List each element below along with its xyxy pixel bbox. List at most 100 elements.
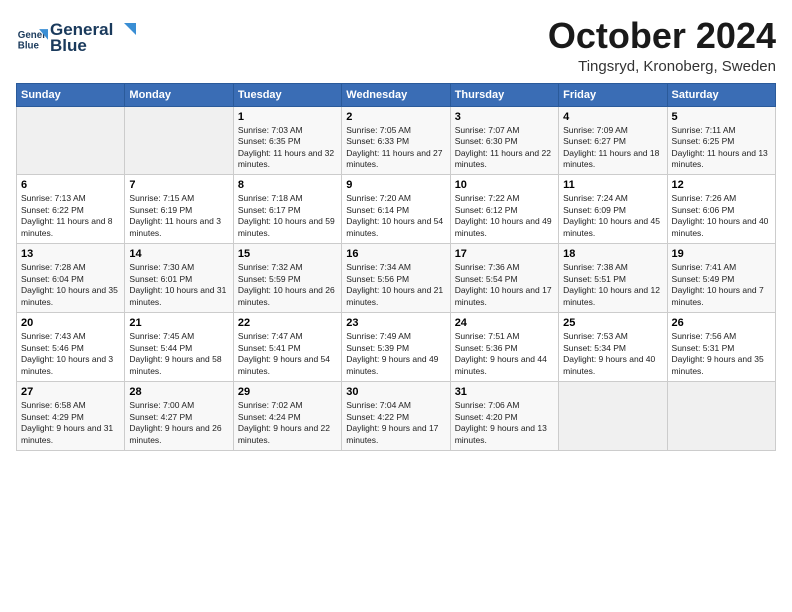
day-info: Sunrise: 7:26 AMSunset: 6:06 PMDaylight:… [672,193,771,239]
day-info: Sunrise: 7:02 AMSunset: 4:24 PMDaylight:… [238,400,337,446]
day-number: 27 [21,386,120,398]
day-cell: 8 Sunrise: 7:18 AMSunset: 6:17 PMDaylight… [233,175,341,244]
logo: General Blue General Blue [16,20,136,56]
week-row-1: 1Sunrise: 7:03 AMSunset: 6:35 PMDaylight… [17,106,776,175]
weekday-header-tuesday: Tuesday [233,83,341,106]
day-number: 4 [563,111,662,123]
week-row-3: 13 Sunrise: 7:28 AMSunset: 6:04 PMDayligh… [17,244,776,313]
day-number: 16 [346,248,445,260]
day-cell: 30Sunrise: 7:04 AMSunset: 4:22 PMDayligh… [342,382,450,451]
day-number: 23 [346,317,445,329]
svg-text:Blue: Blue [18,41,40,52]
logo-bird-icon [114,21,136,39]
day-info: Sunrise: 7:09 AMSunset: 6:27 PMDaylight:… [563,125,662,171]
day-info: Sunrise: 7:20 AMSunset: 6:14 PMDaylight:… [346,193,445,239]
day-info: Sunrise: 7:34 AMSunset: 5:56 PMDaylight:… [346,262,445,308]
day-cell: 7 Sunrise: 7:15 AMSunset: 6:19 PMDaylight… [125,175,233,244]
day-number: 13 [21,248,120,260]
calendar-page: General Blue General Blue October 2024 T… [0,0,792,612]
day-info: Sunrise: 7:36 AMSunset: 5:54 PMDaylight:… [455,262,554,308]
day-cell: 24 Sunrise: 7:51 AMSunset: 5:36 PMDayligh… [450,313,558,382]
day-info: Sunrise: 7:38 AMSunset: 5:51 PMDaylight:… [563,262,662,308]
day-cell [17,106,125,175]
day-info: Sunrise: 7:51 AMSunset: 5:36 PMDaylight:… [455,331,554,377]
day-info: Sunrise: 7:18 AMSunset: 6:17 PMDaylight:… [238,193,337,239]
day-info: Sunrise: 7:00 AMSunset: 4:27 PMDaylight:… [129,400,228,446]
weekday-header-thursday: Thursday [450,83,558,106]
day-cell: 17 Sunrise: 7:36 AMSunset: 5:54 PMDayligh… [450,244,558,313]
day-number: 7 [129,179,228,191]
day-cell: 20Sunrise: 7:43 AMSunset: 5:46 PMDayligh… [17,313,125,382]
header: General Blue General Blue October 2024 T… [16,16,776,75]
location: Tingsryd, Kronoberg, Sweden [548,58,776,75]
day-number: 24 [455,317,554,329]
day-cell: 9 Sunrise: 7:20 AMSunset: 6:14 PMDaylight… [342,175,450,244]
day-cell [559,382,667,451]
day-cell: 13 Sunrise: 7:28 AMSunset: 6:04 PMDayligh… [17,244,125,313]
weekday-header-row: SundayMondayTuesdayWednesdayThursdayFrid… [17,83,776,106]
day-info: Sunrise: 7:06 AMSunset: 4:20 PMDaylight:… [455,400,554,446]
day-cell: 4 Sunrise: 7:09 AMSunset: 6:27 PMDaylight… [559,106,667,175]
day-info: Sunrise: 7:13 AMSunset: 6:22 PMDaylight:… [21,193,120,239]
week-row-4: 20Sunrise: 7:43 AMSunset: 5:46 PMDayligh… [17,313,776,382]
day-cell [125,106,233,175]
day-cell: 31Sunrise: 7:06 AMSunset: 4:20 PMDayligh… [450,382,558,451]
day-cell: 25Sunrise: 7:53 AMSunset: 5:34 PMDayligh… [559,313,667,382]
day-info: Sunrise: 7:45 AMSunset: 5:44 PMDaylight:… [129,331,228,377]
weekday-header-sunday: Sunday [17,83,125,106]
day-number: 19 [672,248,771,260]
day-cell: 14Sunrise: 7:30 AMSunset: 6:01 PMDayligh… [125,244,233,313]
day-cell: 1Sunrise: 7:03 AMSunset: 6:35 PMDaylight… [233,106,341,175]
day-number: 5 [672,111,771,123]
day-info: Sunrise: 7:05 AMSunset: 6:33 PMDaylight:… [346,125,445,171]
day-number: 15 [238,248,337,260]
day-info: Sunrise: 7:11 AMSunset: 6:25 PMDaylight:… [672,125,771,171]
day-cell: 3Sunrise: 7:07 AMSunset: 6:30 PMDaylight… [450,106,558,175]
day-number: 10 [455,179,554,191]
day-cell: 15 Sunrise: 7:32 AMSunset: 5:59 PMDayligh… [233,244,341,313]
day-number: 2 [346,111,445,123]
weekday-header-monday: Monday [125,83,233,106]
day-number: 29 [238,386,337,398]
day-cell: 12Sunrise: 7:26 AMSunset: 6:06 PMDayligh… [667,175,775,244]
day-number: 9 [346,179,445,191]
day-number: 6 [21,179,120,191]
day-info: Sunrise: 7:32 AMSunset: 5:59 PMDaylight:… [238,262,337,308]
day-number: 8 [238,179,337,191]
calendar-table: SundayMondayTuesdayWednesdayThursdayFrid… [16,83,776,451]
day-info: Sunrise: 7:53 AMSunset: 5:34 PMDaylight:… [563,331,662,377]
day-cell: 2 Sunrise: 7:05 AMSunset: 6:33 PMDaylight… [342,106,450,175]
day-cell: 26 Sunrise: 7:56 AMSunset: 5:31 PMDayligh… [667,313,775,382]
day-number: 18 [563,248,662,260]
day-cell: 16 Sunrise: 7:34 AMSunset: 5:56 PMDayligh… [342,244,450,313]
day-info: Sunrise: 7:28 AMSunset: 6:04 PMDaylight:… [21,262,120,308]
month-title: October 2024 [548,16,776,56]
day-cell: 23 Sunrise: 7:49 AMSunset: 5:39 PMDayligh… [342,313,450,382]
logo-icon: General Blue [16,22,48,54]
day-number: 17 [455,248,554,260]
day-number: 14 [129,248,228,260]
day-number: 22 [238,317,337,329]
week-row-2: 6 Sunrise: 7:13 AMSunset: 6:22 PMDaylight… [17,175,776,244]
day-cell: 21 Sunrise: 7:45 AMSunset: 5:44 PMDayligh… [125,313,233,382]
day-cell [667,382,775,451]
title-block: October 2024 Tingsryd, Kronoberg, Sweden [548,16,776,75]
day-info: Sunrise: 7:49 AMSunset: 5:39 PMDaylight:… [346,331,445,377]
day-cell: 29 Sunrise: 7:02 AMSunset: 4:24 PMDayligh… [233,382,341,451]
day-info: Sunrise: 7:07 AMSunset: 6:30 PMDaylight:… [455,125,554,171]
day-info: Sunrise: 6:58 AMSunset: 4:29 PMDaylight:… [21,400,120,446]
day-info: Sunrise: 7:15 AMSunset: 6:19 PMDaylight:… [129,193,228,239]
day-number: 21 [129,317,228,329]
day-info: Sunrise: 7:24 AMSunset: 6:09 PMDaylight:… [563,193,662,239]
day-cell: 10Sunrise: 7:22 AMSunset: 6:12 PMDayligh… [450,175,558,244]
day-info: Sunrise: 7:47 AMSunset: 5:41 PMDaylight:… [238,331,337,377]
day-cell: 11Sunrise: 7:24 AMSunset: 6:09 PMDayligh… [559,175,667,244]
weekday-header-friday: Friday [559,83,667,106]
day-number: 28 [129,386,228,398]
day-cell: 27 Sunrise: 6:58 AMSunset: 4:29 PMDayligh… [17,382,125,451]
day-number: 20 [21,317,120,329]
day-info: Sunrise: 7:56 AMSunset: 5:31 PMDaylight:… [672,331,771,377]
day-number: 26 [672,317,771,329]
day-cell: 18 Sunrise: 7:38 AMSunset: 5:51 PMDayligh… [559,244,667,313]
weekday-header-wednesday: Wednesday [342,83,450,106]
